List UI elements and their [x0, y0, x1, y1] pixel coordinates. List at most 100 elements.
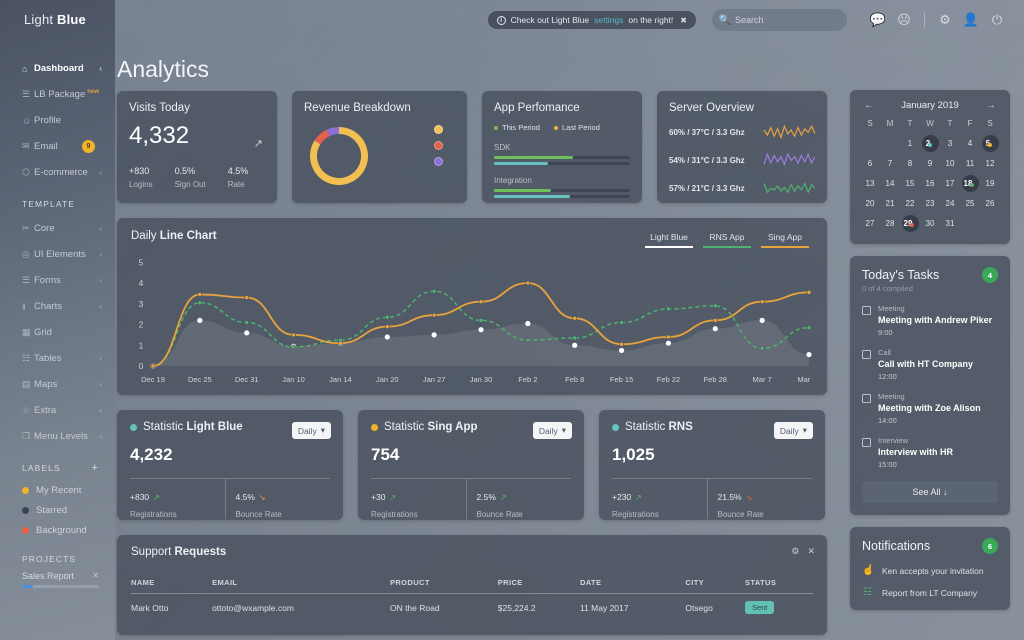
table-column-header[interactable]: PRODUCT: [389, 572, 498, 594]
label-item-background[interactable]: Background: [0, 520, 115, 540]
calendar-day[interactable]: 19: [980, 175, 1000, 192]
sidebar-item-forms[interactable]: ☰ Forms ‹: [0, 268, 115, 293]
chevron-left-icon[interactable]: ‹: [99, 168, 102, 177]
statistic-period-select[interactable]: Daily ▾: [532, 422, 572, 439]
sidebar-item-grid[interactable]: ▦ Grid: [0, 320, 115, 345]
calendar-day[interactable]: 5: [980, 135, 1000, 152]
calendar-day[interactable]: 26: [980, 195, 1000, 212]
chevron-left-icon[interactable]: ‹: [99, 432, 102, 441]
task-item[interactable]: Interview Interview with HR 15:00: [862, 436, 998, 469]
settings-icon[interactable]: ⚙: [791, 546, 799, 557]
task-checkbox[interactable]: [862, 350, 871, 359]
task-item[interactable]: Call Call with HT Company 12:00: [862, 348, 998, 381]
add-label-icon[interactable]: +: [91, 462, 99, 474]
sidebar-item-lb-package[interactable]: ☰ LB Package new: [0, 82, 115, 107]
calendar-day[interactable]: 7: [880, 155, 900, 172]
task-checkbox[interactable]: [862, 394, 871, 403]
calendar-day[interactable]: 31: [940, 215, 960, 232]
notification-item[interactable]: ☷ Report from LT Company: [862, 587, 998, 598]
user-icon[interactable]: 👤: [958, 7, 984, 33]
support-icon[interactable]: ☹: [891, 7, 917, 33]
project-item[interactable]: Sales Report ✕: [0, 571, 115, 581]
calendar-day[interactable]: 10: [940, 155, 960, 172]
power-icon[interactable]: ⏻: [984, 7, 1010, 33]
label-item-my-recent[interactable]: My Recent: [0, 480, 115, 500]
calendar-day[interactable]: 15: [900, 175, 920, 192]
brand-logo[interactable]: Light Blue: [24, 12, 86, 27]
sidebar-item-email[interactable]: ✉ Email 9: [0, 134, 115, 159]
notification-item[interactable]: ☝ Ken accepts your invitation: [862, 565, 998, 576]
calendar-day[interactable]: 16: [920, 175, 940, 192]
calendar-day[interactable]: 27: [860, 215, 880, 232]
calendar-day[interactable]: 21: [880, 195, 900, 212]
promo-settings-link[interactable]: settings: [594, 15, 623, 25]
calendar-day[interactable]: 11: [960, 155, 980, 172]
calendar-day[interactable]: 14: [880, 175, 900, 192]
calendar-day[interactable]: 1: [900, 135, 920, 152]
sidebar-item-tables[interactable]: ☷ Tables ‹: [0, 346, 115, 371]
task-item[interactable]: Meeting Meeting with Zoe Alison 14:00: [862, 392, 998, 425]
chevron-left-icon[interactable]: ‹: [99, 250, 102, 259]
table-column-header[interactable]: DATE: [579, 572, 686, 594]
close-icon[interactable]: ✕: [92, 571, 99, 580]
table-column-header[interactable]: EMAIL: [212, 572, 390, 594]
chevron-left-icon[interactable]: ‹: [99, 64, 102, 73]
chevron-left-icon[interactable]: ‹: [99, 302, 102, 311]
calendar-day[interactable]: 3: [940, 135, 960, 152]
task-item[interactable]: Meeting Meeting with Andrew Piker 9:00: [862, 304, 998, 337]
calendar-day[interactable]: 6: [860, 155, 880, 172]
see-all-tasks-button[interactable]: See All ↓: [862, 481, 998, 503]
calendar-day[interactable]: 8: [900, 155, 920, 172]
table-column-header[interactable]: NAME: [131, 572, 213, 594]
chevron-left-icon[interactable]: ‹: [99, 406, 102, 415]
sidebar-item-profile[interactable]: ☺ Profile: [0, 108, 115, 133]
calendar-day[interactable]: 17: [940, 175, 960, 192]
table-column-header[interactable]: STATUS: [744, 572, 813, 594]
calendar-day[interactable]: 4: [960, 135, 980, 152]
calendar-day[interactable]: 29: [900, 215, 920, 232]
donut-legend-dot-tertiary[interactable]: [434, 157, 443, 166]
sidebar-item-charts[interactable]: ‖ Charts ‹: [0, 294, 115, 319]
close-icon[interactable]: ✕: [807, 546, 815, 557]
chevron-left-icon[interactable]: ‹: [99, 276, 102, 285]
calendar-day[interactable]: 20: [860, 195, 880, 212]
statistic-period-select[interactable]: Daily ▾: [773, 422, 813, 439]
calendar-day[interactable]: 23: [920, 195, 940, 212]
chevron-left-icon[interactable]: ‹: [99, 224, 102, 233]
donut-legend-dot-primary[interactable]: [434, 125, 443, 134]
sidebar-item-dashboard[interactable]: ⌂ Dashboard ‹: [0, 56, 115, 81]
task-checkbox[interactable]: [862, 306, 871, 315]
sidebar-item-core[interactable]: ✂ Core ‹: [0, 216, 115, 241]
calendar-day[interactable]: 28: [880, 215, 900, 232]
sidebar-item-maps[interactable]: ▤ Maps ‹: [0, 372, 115, 397]
calendar-day[interactable]: 30: [920, 215, 940, 232]
chevron-left-icon[interactable]: ‹: [99, 354, 102, 363]
calendar-prev-icon[interactable]: ←: [864, 100, 874, 111]
calendar-day[interactable]: 2: [920, 135, 940, 152]
chat-icon[interactable]: 💬: [865, 7, 891, 33]
table-column-header[interactable]: PRICE: [497, 572, 580, 594]
close-icon[interactable]: ✖: [680, 16, 687, 25]
calendar-day[interactable]: 12: [980, 155, 1000, 172]
table-column-header[interactable]: CITY: [685, 572, 745, 594]
sidebar-item-menu-levels[interactable]: ❐ Menu Levels ‹: [0, 424, 115, 449]
calendar-next-icon[interactable]: →: [986, 100, 996, 111]
donut-legend-dot-secondary[interactable]: [434, 141, 443, 150]
calendar-day[interactable]: 13: [860, 175, 880, 192]
statistic-period-select[interactable]: Daily ▾: [291, 422, 331, 439]
calendar-day[interactable]: 9: [920, 155, 940, 172]
calendar-day[interactable]: 25: [960, 195, 980, 212]
label-item-starred[interactable]: Starred: [0, 500, 115, 520]
sidebar-item-extra[interactable]: ☆ Extra ‹: [0, 398, 115, 423]
gear-icon[interactable]: ⚙: [932, 7, 958, 33]
calendar-day[interactable]: 18: [960, 175, 980, 192]
search-box[interactable]: 🔍: [712, 9, 847, 31]
search-input[interactable]: [735, 15, 847, 25]
sidebar-item-ui-elements[interactable]: ◎ UI Elements ‹: [0, 242, 115, 267]
calendar-day[interactable]: 22: [900, 195, 920, 212]
task-checkbox[interactable]: [862, 438, 871, 447]
sidebar-item-e-commerce[interactable]: ⬡ E-commerce ‹: [0, 160, 115, 185]
table-row[interactable]: Mark Otto ottoto@wxample.com ON the Road $2…: [131, 594, 813, 614]
chevron-left-icon[interactable]: ‹: [99, 380, 102, 389]
calendar-day[interactable]: 24: [940, 195, 960, 212]
